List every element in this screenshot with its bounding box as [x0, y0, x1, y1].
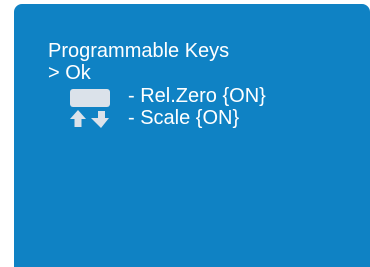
display-screen: Programmable Keys > Ok - Rel.Zero {ON} -… [14, 4, 370, 267]
rel-zero-label: - Rel.Zero {ON} [128, 85, 266, 107]
menu-item-ok[interactable]: > Ok [48, 62, 91, 84]
key-assignment-scale: - Scale {ON} [14, 107, 370, 129]
blank-key-icon [70, 89, 110, 107]
up-down-arrows-icon [70, 110, 109, 128]
key-assignment-rel-zero: - Rel.Zero {ON} [14, 85, 370, 107]
screen-title: Programmable Keys [48, 40, 230, 62]
scale-label: - Scale {ON} [128, 107, 240, 129]
